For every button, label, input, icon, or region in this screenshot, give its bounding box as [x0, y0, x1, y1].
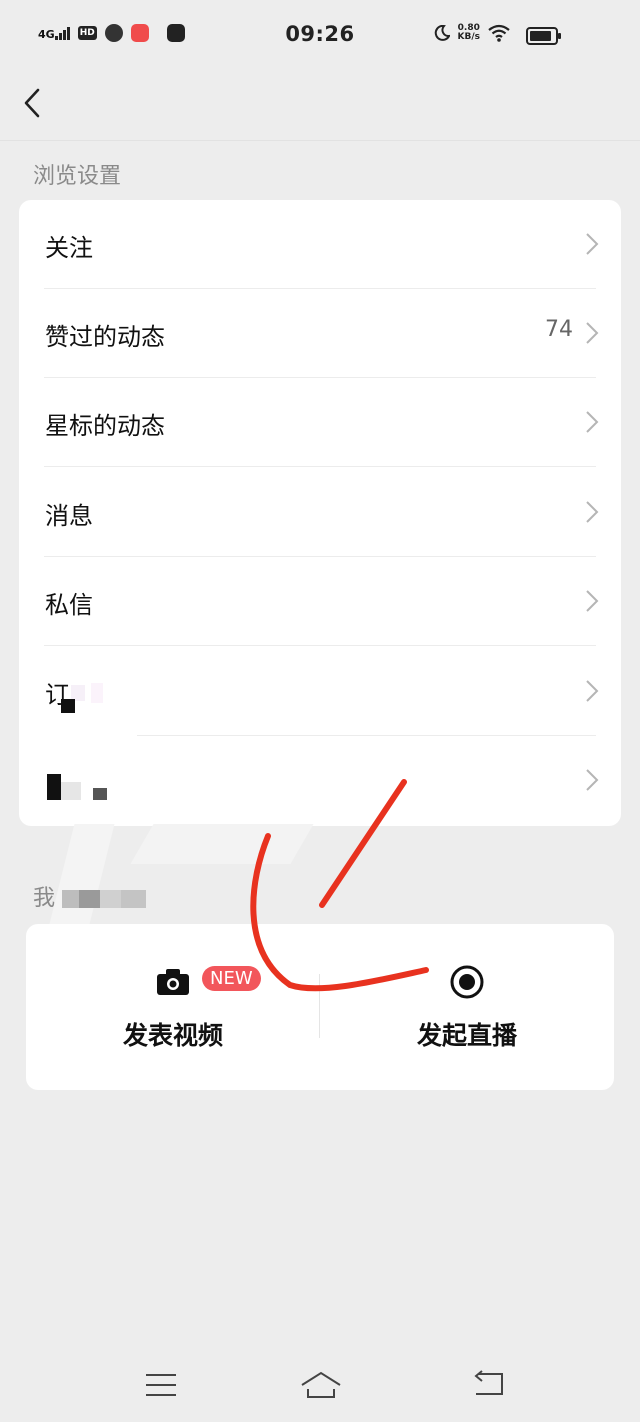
- back-nav-icon[interactable]: [472, 1370, 506, 1398]
- menu-icon[interactable]: [144, 1372, 178, 1398]
- annotation-checkmark-stroke: [250, 779, 429, 992]
- system-navigation-bar: [0, 1340, 640, 1422]
- home-icon[interactable]: [299, 1370, 343, 1400]
